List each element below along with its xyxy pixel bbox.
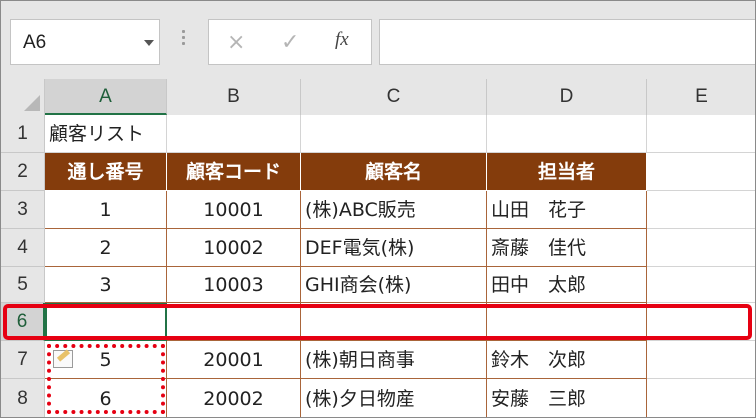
cell[interactable]	[301, 115, 487, 153]
cell[interactable]	[647, 267, 755, 303]
cell[interactable]	[647, 153, 755, 191]
table-cell[interactable]: DEF電気(株)	[301, 229, 487, 267]
cell[interactable]	[487, 115, 647, 153]
row-header-3[interactable]: 3	[1, 191, 45, 229]
table-cell[interactable]: (株)朝日商事	[301, 341, 487, 379]
column-header-c[interactable]: C	[301, 79, 487, 115]
insert-function-icon[interactable]: fx	[335, 29, 349, 51]
column-header-d[interactable]: D	[487, 79, 647, 115]
row-header-5[interactable]: 5	[1, 267, 45, 303]
highlight-row-6	[3, 304, 752, 340]
autofill-options-icon[interactable]	[53, 349, 73, 368]
cell[interactable]	[647, 379, 755, 417]
table-header-cell[interactable]: 顧客コード	[167, 153, 301, 191]
row-header-7[interactable]: 7	[1, 341, 45, 379]
cell[interactable]	[167, 115, 301, 153]
cell[interactable]	[647, 229, 755, 267]
cell[interactable]	[647, 115, 755, 153]
table-cell[interactable]: 鈴木 次郎	[487, 341, 647, 379]
table-cell[interactable]: 20001	[167, 341, 301, 379]
row-header-2[interactable]: 2	[1, 153, 45, 191]
column-header-b[interactable]: B	[167, 79, 301, 115]
table-cell[interactable]: 山田 花子	[487, 191, 647, 229]
cancel-icon[interactable]: ×	[227, 30, 245, 55]
spreadsheet-window: A6 × ✓ fx A B C D E 1 顧客リスト 2 通し番号 顧客コード 顧客名担…	[0, 0, 756, 418]
formula-input[interactable]	[379, 19, 755, 65]
name-box-value: A6	[23, 32, 47, 53]
table-cell[interactable]: 斎藤 佳代	[487, 229, 647, 267]
table-cell[interactable]: 3	[45, 267, 167, 303]
formula-bar-grip-icon[interactable]	[182, 30, 186, 50]
table-header-cell[interactable]: 通し番号	[45, 153, 167, 191]
enter-icon[interactable]: ✓	[281, 30, 299, 55]
column-header-e[interactable]: E	[647, 79, 755, 115]
table-cell[interactable]: 10001	[167, 191, 301, 229]
table-cell[interactable]: 10003	[167, 267, 301, 303]
table-header-cell[interactable]: 顧客名	[301, 153, 487, 191]
table-cell[interactable]: 20002	[167, 379, 301, 417]
select-all-button[interactable]	[1, 79, 45, 115]
table-cell[interactable]: (株)夕日物産	[301, 379, 487, 417]
name-box[interactable]: A6	[10, 19, 160, 65]
cell[interactable]	[647, 191, 755, 229]
formula-buttons: × ✓ fx	[208, 19, 372, 65]
cell[interactable]	[647, 341, 755, 379]
table-cell[interactable]: GHI商会(株)	[301, 267, 487, 303]
table-cell[interactable]: 1	[45, 191, 167, 229]
table-cell[interactable]: (株)ABC販売	[301, 191, 487, 229]
row-header-8[interactable]: 8	[1, 379, 45, 417]
column-header-a[interactable]: A	[45, 79, 167, 115]
table-cell[interactable]: 2	[45, 229, 167, 267]
row-header-4[interactable]: 4	[1, 229, 45, 267]
table-cell[interactable]: 田中 太郎	[487, 267, 647, 303]
table-header-cell[interactable]: 担当者	[487, 153, 647, 191]
row-header-1[interactable]: 1	[1, 115, 45, 153]
name-box-dropdown-icon[interactable]	[144, 40, 154, 46]
formula-bar-area: A6 × ✓ fx	[1, 1, 755, 75]
sheet-title-cell[interactable]: 顧客リスト	[45, 115, 167, 153]
table-cell[interactable]: 10002	[167, 229, 301, 267]
table-cell[interactable]: 安藤 三郎	[487, 379, 647, 417]
